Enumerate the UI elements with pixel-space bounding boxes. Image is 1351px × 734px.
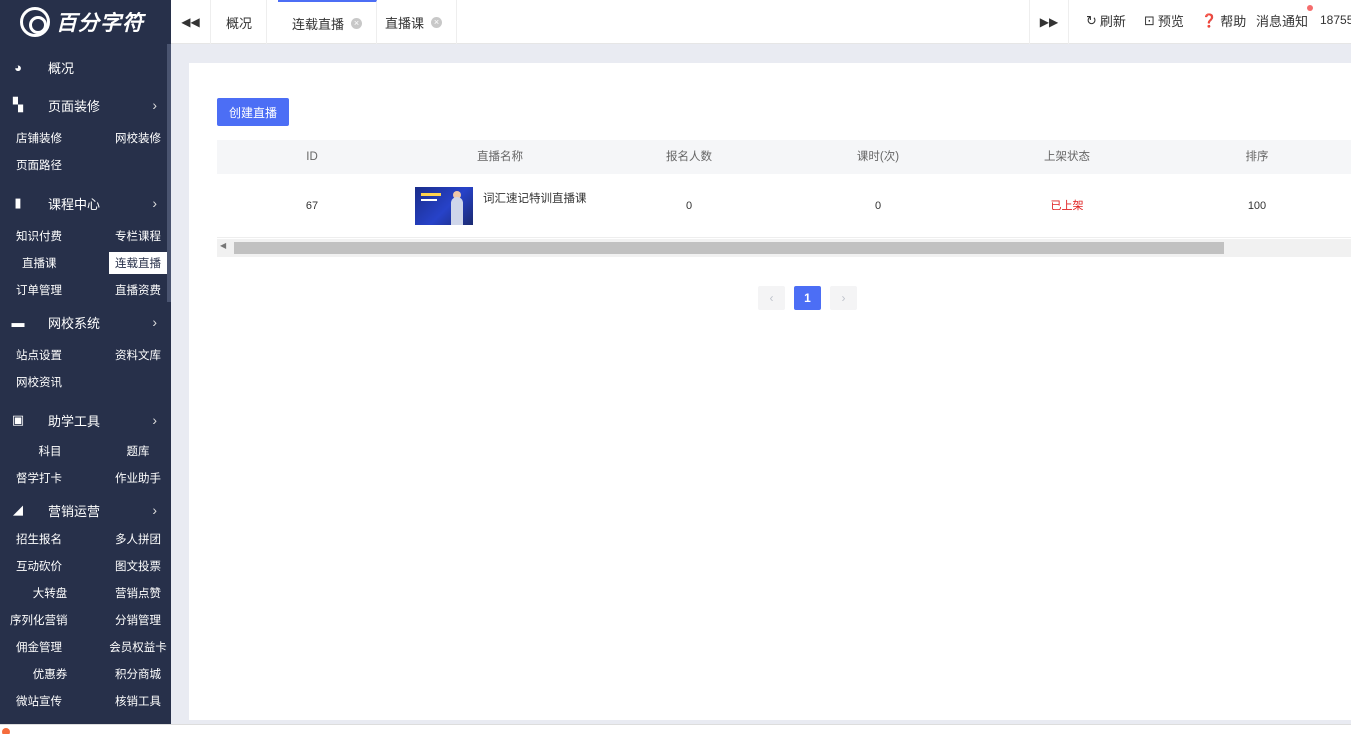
sidebar-item-paid-knowledge[interactable]: 知识付费 xyxy=(10,222,90,249)
sidebar-group-overview[interactable]: ◕ 概况 xyxy=(0,48,171,86)
col-lessons: 课时(次) xyxy=(856,151,900,163)
sidebar-item-group-buy[interactable]: 多人拼团 xyxy=(98,525,171,552)
sidebar-item-points-mall[interactable]: 积分商城 xyxy=(98,660,171,687)
sidebar-item-bargain[interactable]: 互动砍价 xyxy=(10,552,90,579)
col-sort: 排序 xyxy=(1245,151,1269,163)
cell-name[interactable]: 词汇速记特训直播课 xyxy=(483,190,587,206)
sidebar-item-distribution[interactable]: 分销管理 xyxy=(98,606,171,633)
help-button[interactable]: ❓ 帮助 xyxy=(1201,11,1246,30)
col-name: 直播名称 xyxy=(477,151,523,163)
sidebar-item-serial-marketing[interactable]: 序列化营销 xyxy=(10,606,90,633)
sidebar-group-course[interactable]: ▮ 课程中心 › xyxy=(0,184,171,222)
sidebar-item-shop-decor[interactable]: 店铺装修 xyxy=(10,124,90,151)
sidebar-item-orders[interactable]: 订单管理 xyxy=(10,276,90,303)
double-left-arrow-icon: ◀◀ xyxy=(181,15,200,29)
sidebar-item-promo[interactable]: 微站宣传 xyxy=(10,687,90,714)
chevron-right-icon: › xyxy=(152,412,157,428)
sidebar-item-page-path[interactable]: 页面路径 xyxy=(10,151,90,178)
pie-chart-icon: ◕ xyxy=(14,59,22,75)
notification-badge xyxy=(1307,5,1314,11)
cell-id: 67 xyxy=(305,200,319,212)
status-dot-icon xyxy=(2,728,10,734)
tab-live-course[interactable]: 直播课 × xyxy=(371,0,458,44)
sidebar-group-tools[interactable]: ▣ 助学工具 › xyxy=(0,401,171,439)
sidebar-item-likes[interactable]: 营销点赞 xyxy=(98,579,171,606)
scroll-left-arrow-icon[interactable]: ◀ xyxy=(220,241,226,250)
bottom-status-strip xyxy=(0,724,1351,734)
tab-overview[interactable]: 概况 xyxy=(212,0,268,44)
sidebar-item-checkin[interactable]: 督学打卡 xyxy=(10,464,90,491)
user-account[interactable]: 18755 xyxy=(1320,13,1351,27)
tab-serial-live[interactable]: 连载直播 × xyxy=(278,0,378,44)
sidebar-item-wheel[interactable]: 大转盘 xyxy=(10,579,90,606)
main-content: 创建直播 ID 直播名称 报名人数 课时(次) 上架状态 排序 67 词汇速记特… xyxy=(189,63,1351,720)
table-header: ID 直播名称 报名人数 课时(次) 上架状态 排序 xyxy=(217,140,1351,174)
table-horizontal-scrollbar[interactable]: ◀ xyxy=(217,239,1351,257)
close-icon[interactable]: × xyxy=(351,17,363,29)
sidebar-item-school-news[interactable]: 网校资讯 xyxy=(10,368,90,395)
sidebar-item-homework[interactable]: 作业助手 xyxy=(98,464,171,491)
brush-icon: ▚ xyxy=(13,97,23,112)
help-icon: ❓ xyxy=(1201,12,1218,28)
book-icon: ▮ xyxy=(14,195,22,210)
sidebar-item-coupons[interactable]: 优惠券 xyxy=(10,660,90,687)
megaphone-icon: ◢ xyxy=(13,502,23,517)
create-live-button[interactable]: 创建直播 xyxy=(217,98,289,126)
table-row[interactable]: 67 词汇速记特训直播课 0 0 已上架 100 xyxy=(217,174,1351,238)
live-table: ID 直播名称 报名人数 课时(次) 上架状态 排序 67 词汇速记特训直播课 … xyxy=(217,140,1351,238)
cell-signups: 0 xyxy=(685,200,693,212)
sidebar-item-serial-live[interactable]: 连载直播 xyxy=(98,249,171,276)
sidebar-group-school[interactable]: ▬ 网校系统 › xyxy=(0,303,171,341)
tabs-scroll-left-button[interactable]: ◀◀ xyxy=(171,0,211,44)
col-id: ID xyxy=(306,151,318,163)
sidebar-item-column-course[interactable]: 专栏课程 xyxy=(98,222,171,249)
notification-button[interactable]: 消息通知 xyxy=(1256,5,1314,30)
sidebar-item-member-card[interactable]: 会员权益卡 xyxy=(98,633,171,660)
chevron-right-icon: › xyxy=(152,314,157,330)
sidebar-item-verify-tool[interactable]: 核销工具 xyxy=(98,687,171,714)
sidebar-item-live-fees[interactable]: 直播资费 xyxy=(98,276,171,303)
monitor-icon: ▬ xyxy=(11,314,25,330)
status-badge: 已上架 xyxy=(1050,200,1084,212)
sidebar-group-marketing[interactable]: ◢ 营销运营 › xyxy=(0,491,171,529)
course-thumbnail[interactable] xyxy=(415,187,473,225)
brand-logo[interactable]: 百分字符 xyxy=(0,0,171,44)
sidebar-item-question-bank[interactable]: 题库 xyxy=(98,437,171,464)
tabs-scroll-right-button[interactable]: ▶▶ xyxy=(1029,0,1069,44)
refresh-icon: ↻ xyxy=(1086,12,1097,28)
cell-lessons: 0 xyxy=(874,200,882,212)
close-icon[interactable]: × xyxy=(431,16,443,28)
preview-button[interactable]: ⊡ 预览 xyxy=(1144,11,1184,30)
scrollbar-thumb[interactable] xyxy=(234,242,1224,254)
sidebar-scrollbar[interactable] xyxy=(167,44,171,302)
sidebar-item-subjects[interactable]: 科目 xyxy=(10,437,90,464)
prev-page-button[interactable]: ‹ xyxy=(758,286,785,310)
cell-sort: 100 xyxy=(1247,200,1267,212)
sidebar-item-enrollment[interactable]: 招生报名 xyxy=(10,525,90,552)
preview-icon: ⊡ xyxy=(1144,12,1155,28)
sidebar-item-voting[interactable]: 图文投票 xyxy=(98,552,171,579)
sidebar-item-live-course[interactable]: 直播课 xyxy=(10,249,90,276)
briefcase-icon: ▣ xyxy=(11,412,25,427)
col-status: 上架状态 xyxy=(1044,151,1090,163)
sidebar-item-site-settings[interactable]: 站点设置 xyxy=(10,341,90,368)
top-bar: ◀◀ 概况 连载直播 × 直播课 × ▶▶ ↻ 刷新 ⊡ 预览 ❓ 帮助 消息通… xyxy=(171,0,1351,44)
sidebar: 百分字符 ◕ 概况 ▚ 页面装修 › 店铺装修 网校装修 页面路径 ▮ 课程中心… xyxy=(0,0,171,734)
logo-icon xyxy=(20,7,50,37)
refresh-button[interactable]: ↻ 刷新 xyxy=(1086,11,1126,30)
brand-name: 百分字符 xyxy=(56,12,144,35)
next-page-button[interactable]: › xyxy=(830,286,857,310)
chevron-right-icon: › xyxy=(152,502,157,518)
sidebar-item-library[interactable]: 资料文库 xyxy=(98,341,171,368)
pagination: ‹ 1 › xyxy=(758,286,857,310)
col-signups: 报名人数 xyxy=(666,151,712,163)
sidebar-group-decor[interactable]: ▚ 页面装修 › xyxy=(0,86,171,124)
chevron-right-icon: › xyxy=(152,195,157,211)
sidebar-item-commission[interactable]: 佣金管理 xyxy=(10,633,90,660)
sidebar-item-school-decor[interactable]: 网校装修 xyxy=(98,124,171,151)
page-number-button[interactable]: 1 xyxy=(794,286,821,310)
double-right-arrow-icon: ▶▶ xyxy=(1039,15,1059,29)
chevron-right-icon: › xyxy=(152,97,157,113)
